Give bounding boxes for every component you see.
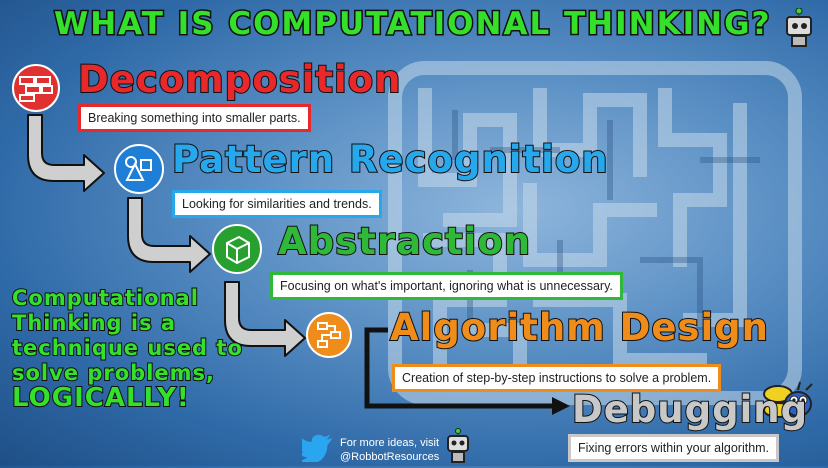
heading-abstraction: Abstraction: [277, 219, 532, 264]
description-abstraction: Focusing on what's important, ignoring w…: [270, 272, 623, 300]
description-algorithm-design: Creation of step-by-step instructions to…: [392, 364, 722, 392]
cube-icon: [212, 224, 262, 274]
description-decomposition: Breaking something into smaller parts.: [78, 104, 311, 132]
heading-debugging: Debugging: [571, 387, 809, 432]
summary-emphasis: LOGICALLY!: [11, 383, 190, 413]
description-pattern-recognition: Looking for similarities and trends.: [172, 190, 382, 218]
description-debugging: Fixing errors within your algorithm.: [568, 434, 780, 462]
summary-line: Computational: [11, 285, 199, 311]
summary-line: technique used to: [11, 335, 243, 361]
summary-line: Thinking is a: [11, 310, 177, 336]
credit: For more ideas, visit @RobbotResources: [340, 436, 439, 464]
heading-algorithm-design: Algorithm Design: [389, 305, 769, 350]
twitter-bird-icon: [295, 434, 334, 465]
bricks-icon: [12, 64, 60, 112]
flowchart-icon: [306, 312, 352, 358]
robot-icon: [446, 428, 470, 464]
credit-line: For more ideas, visit: [340, 437, 440, 449]
shapes-icon: [114, 144, 164, 194]
heading-decomposition: Decomposition: [77, 57, 402, 102]
summary-text: Computational Thinking is a technique us…: [11, 285, 243, 413]
credit-handle[interactable]: @RobbotResources: [340, 450, 439, 464]
heading-pattern-recognition: Pattern Recognition: [171, 137, 609, 182]
